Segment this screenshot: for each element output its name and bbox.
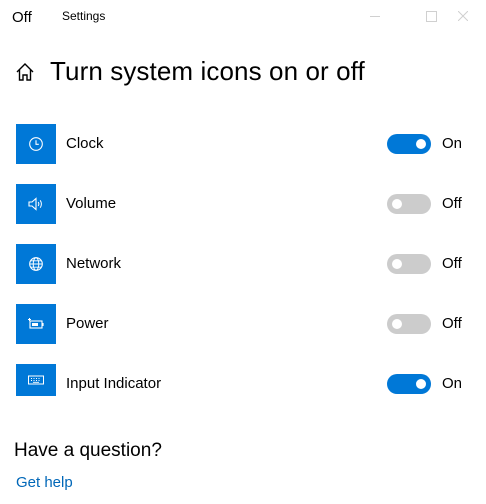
list-item-clock: Clock On	[0, 124, 486, 164]
toggle-knob	[392, 259, 402, 269]
row-icon-tile	[16, 184, 56, 224]
list-item-volume: Volume Off	[0, 184, 486, 224]
close-button[interactable]	[440, 0, 486, 32]
toggle-knob	[392, 319, 402, 329]
speaker-icon	[28, 197, 42, 211]
item-label: Power	[66, 315, 109, 332]
keyboard-icon	[28, 375, 44, 385]
list-item-power: Power Off	[0, 304, 486, 344]
page-header: Turn system icons on or off	[14, 56, 365, 87]
get-help-link[interactable]: Get help	[16, 474, 73, 491]
close-icon	[458, 11, 468, 21]
help-heading: Have a question?	[14, 440, 162, 461]
toggle-state-label: Off	[442, 195, 462, 212]
window-title: Settings	[62, 9, 106, 23]
toggle-state-label: On	[442, 375, 463, 392]
clock-toggle[interactable]	[387, 134, 431, 154]
clock-icon	[29, 137, 43, 151]
row-icon-tile	[16, 304, 56, 344]
title-bar: Off Settings	[0, 0, 486, 34]
toggle-knob	[392, 199, 402, 209]
power-toggle[interactable]	[387, 314, 431, 334]
minimize-button[interactable]	[352, 0, 398, 32]
toggle-knob	[416, 139, 426, 149]
row-icon-tile	[16, 124, 56, 164]
toggle-knob	[416, 379, 426, 389]
item-label: Clock	[66, 135, 104, 152]
network-toggle[interactable]	[387, 254, 431, 274]
globe-icon	[29, 257, 43, 271]
volume-toggle[interactable]	[387, 194, 431, 214]
overlay-state-label: Off	[12, 9, 32, 26]
maximize-icon	[425, 10, 437, 22]
item-label: Network	[66, 255, 122, 272]
minimize-icon	[370, 15, 380, 17]
item-label: Input Indicator	[66, 375, 162, 392]
row-icon-tile	[16, 364, 56, 396]
toggle-state-label: Off	[442, 255, 462, 272]
list-item-network: Network Off	[0, 244, 486, 284]
row-icon-tile	[16, 244, 56, 284]
item-label: Volume	[66, 195, 117, 212]
battery-icon	[28, 318, 44, 329]
home-icon[interactable]	[14, 61, 36, 83]
toggle-state-label: On	[442, 135, 463, 152]
list-item-input-indicator: Input Indicator On	[0, 364, 486, 404]
settings-window: Off Settings Turn system icons on or off	[0, 0, 486, 504]
page-title: Turn system icons on or off	[50, 56, 365, 86]
input-indicator-toggle[interactable]	[387, 374, 431, 394]
toggle-state-label: Off	[442, 315, 462, 332]
